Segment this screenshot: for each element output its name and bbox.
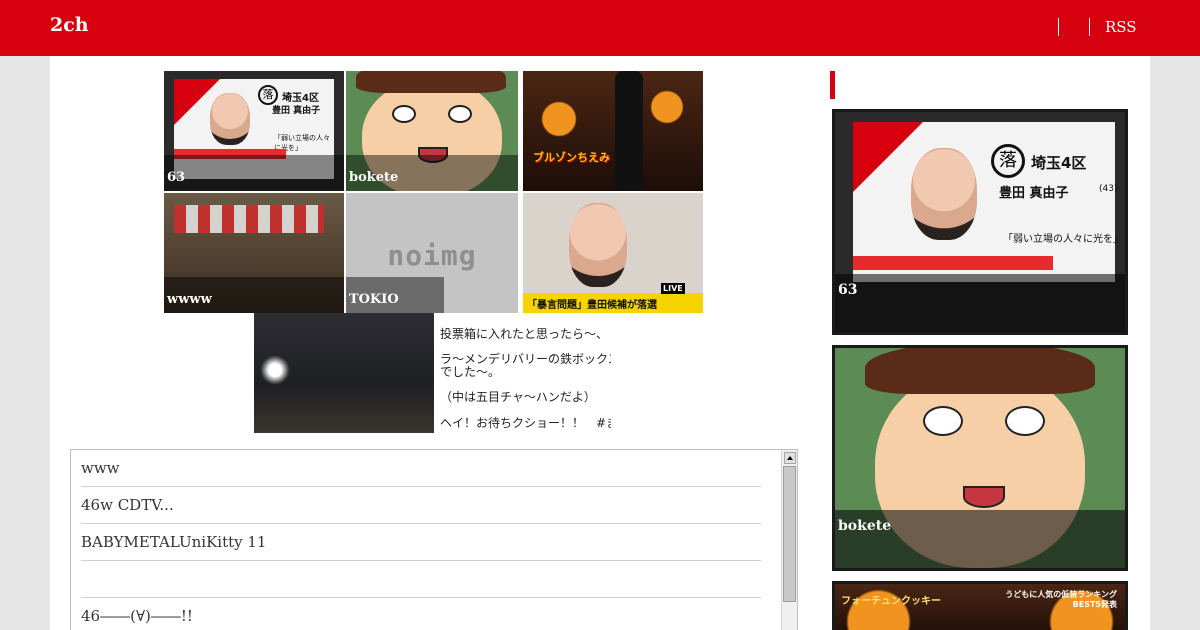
main-content: 落 埼玉4区 豊田 真由子 「弱い立場の人々に光を」 63 bokete ブルゾ… — [50, 56, 1150, 630]
nav-divider — [1058, 18, 1059, 36]
list-scrollbar[interactable] — [781, 450, 797, 630]
sidebar-card-label: 63 — [835, 274, 1125, 332]
site-header: 2ch RSS — [0, 0, 1200, 56]
person-image — [911, 148, 977, 240]
noimg-text: noimg — [387, 239, 477, 272]
tv-results-bar — [853, 256, 1053, 270]
thumbnail-tokio[interactable]: noimg TOKIO — [346, 193, 518, 313]
live-badge: LIVE — [661, 283, 685, 294]
list-item[interactable]: BABYMETALUniKitty 11 — [81, 524, 761, 561]
list-item[interactable]: 46w CDTV... — [81, 487, 761, 524]
sidebar-card-label: bokete — [835, 510, 1125, 568]
tv-screen: 落 埼玉4区 豊田 真由子 (43) 「弱い立場の人々に光を」 — [853, 122, 1123, 282]
tv-slogan: 「弱い立場の人々に光を」 — [1003, 234, 1123, 245]
floodlight — [260, 355, 290, 385]
thumbnail-label: 63 — [164, 155, 344, 191]
scroll-up-arrow-icon[interactable] — [784, 452, 796, 464]
tweet-line: （中は五目チャ～ハンだよ） — [440, 390, 596, 404]
sidebar-card-bokete[interactable]: bokete — [832, 345, 1128, 571]
sidebar-card-63[interactable]: 落 埼玉4区 豊田 真由子 (43) 「弱い立場の人々に光を」 63 — [832, 109, 1128, 335]
tv-candidate: 豊田 真由子 — [999, 186, 1069, 201]
cartoon-hair — [865, 348, 1095, 394]
site-logo[interactable]: 2ch — [50, 14, 89, 36]
card-caption: フォーチュンクッキー — [841, 596, 941, 607]
tweet-card: 投票箱に入れたと思ったら～、 ラ～メンデリバリーの鉄ボックス でした～。 （中は… — [434, 313, 611, 433]
thumbnail-label: wwww — [164, 277, 344, 313]
thumbnail-bokete[interactable]: bokete — [346, 71, 518, 191]
headline-list[interactable]: www 46w CDTV... BABYMETALUniKitty 11 46―… — [70, 449, 798, 630]
list-item[interactable]: www — [81, 450, 761, 487]
tweet-line: ヘイ！お待ちクショー！！ #ま — [440, 416, 611, 430]
news-caption: 「暴言問題」豊田候補が落選 — [527, 300, 657, 311]
tweet-line: でした～。 — [440, 365, 501, 379]
sidebar-heading-accent — [830, 71, 835, 99]
list-item[interactable]: 46――(∀)――!! — [81, 598, 761, 630]
stage-background — [523, 71, 703, 191]
thumbnail-tweet[interactable]: 投票箱に入れたと思ったら～、 ラ～メンデリバリーの鉄ボックス でした～。 （中は… — [254, 313, 611, 433]
tv-district: 埼玉4区 — [282, 93, 319, 104]
stamp-badge: 落 — [258, 85, 278, 105]
tv-district: 埼玉4区 — [1031, 154, 1087, 172]
cartoon-eye — [923, 406, 963, 436]
scroll-thumb[interactable] — [783, 466, 796, 602]
banner — [174, 205, 324, 233]
thumbnail-63[interactable]: 落 埼玉4区 豊田 真由子 「弱い立場の人々に光を」 63 — [164, 71, 344, 191]
thumbnail-label: bokete — [346, 155, 518, 191]
tweet-line: 投票箱に入れたと思ったら～、 — [440, 327, 609, 341]
cartoon-eye — [392, 105, 416, 123]
card-caption: うどもに人気の仮装ランキング BEST5発表 — [1005, 590, 1117, 609]
nav-link-1[interactable] — [1062, 0, 1086, 56]
performer — [615, 71, 643, 191]
thumbnail-wwww[interactable]: wwww — [164, 193, 344, 313]
thumbnail-show[interactable]: ブルゾンちえみ — [523, 71, 703, 191]
sidebar-card-halloween[interactable]: フォーチュンクッキー うどもに人気の仮装ランキング BEST5発表 — [832, 581, 1128, 630]
thumbnail-news-woman[interactable]: 「暴言問題」豊田候補が落選 LIVE — [523, 193, 703, 313]
tv-age: (43) — [1099, 184, 1118, 194]
stamp-badge: 落 — [991, 144, 1025, 178]
nav-divider — [1089, 18, 1090, 36]
person-image — [210, 93, 250, 145]
rss-link[interactable]: RSS — [1105, 18, 1137, 36]
cartoon-hair — [356, 71, 506, 93]
cartoon-mouth — [963, 486, 1005, 508]
person-image — [569, 203, 627, 287]
thumbnail-label: TOKIO — [346, 277, 444, 313]
tv-candidate: 豊田 真由子 — [272, 106, 321, 116]
show-caption: ブルゾンちえみ — [533, 151, 610, 164]
list-item[interactable] — [81, 561, 761, 598]
cartoon-eye — [448, 105, 472, 123]
cartoon-eye — [1005, 406, 1045, 436]
